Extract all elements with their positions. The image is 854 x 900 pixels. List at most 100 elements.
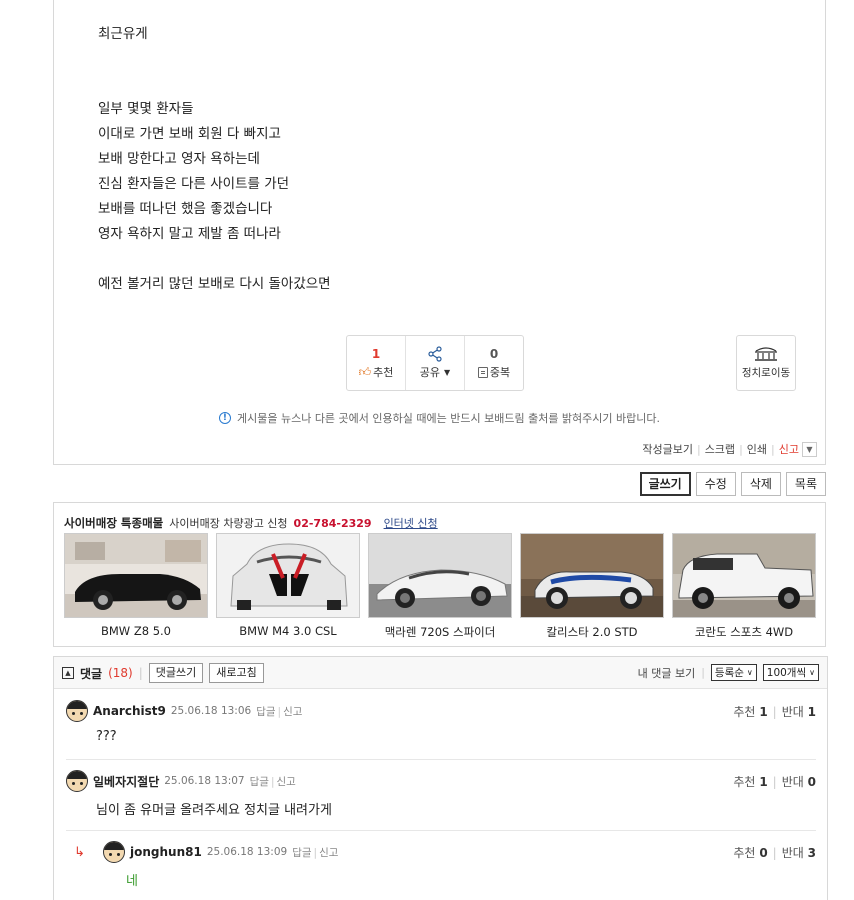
post-line: 예전 볼거리 많던 보배로 다시 돌아갔으면 <box>98 276 331 292</box>
duplicate-count: 0 <box>489 347 499 361</box>
car-listing[interactable]: 칼리스타 2.0 STD <box>520 533 664 640</box>
per-page-select[interactable]: 100개씩 ∨ <box>762 664 819 681</box>
oppose-button[interactable]: 반대 0 <box>782 775 816 789</box>
refresh-button[interactable]: 새로고침 <box>209 663 264 683</box>
report-link[interactable]: 신고 <box>319 847 338 859</box>
citation-notice: ! 게시물을 뉴스나 다른 곳에서 인용하실 때에는 반드시 보배드림 출처를 … <box>54 410 825 426</box>
post-body: 최근유게 일부 몇몇 환자들 이대로 가면 보배 회원 다 빠지고 보배 망한다… <box>98 22 778 297</box>
share-label: 공유 <box>419 366 441 379</box>
post-line: 진심 환자들은 다른 사이트를 가던 <box>98 176 290 192</box>
caret-down-icon: ▼ <box>444 367 451 377</box>
comment-reply-item: ↳ jonghun81 25.06.18 13:09 답글 | 신고 네 추천 0 |… <box>66 841 816 889</box>
ad-subtitle: 사이버매장 차량광고 신청 <box>169 517 288 530</box>
collapse-icon[interactable]: ▲ <box>62 667 74 679</box>
info-icon: ! <box>218 412 231 424</box>
car-name[interactable]: BMW Z8 5.0 <box>64 624 208 638</box>
comment-date: 25.06.18 13:06 <box>170 705 252 717</box>
chevron-down-icon: ∨ <box>746 668 753 677</box>
recommend-button[interactable]: 추천 1 <box>733 705 767 719</box>
reply-arrow-icon: ↳ <box>74 844 85 860</box>
reply-link[interactable]: 답글 <box>256 706 275 718</box>
share-icon <box>428 346 442 362</box>
comment-item: 일베자지절단 25.06.18 13:07 답글 | 신고 님이 좀 유머글 올려주… <box>66 770 816 818</box>
car-photo[interactable] <box>64 533 208 618</box>
write-button[interactable]: 글쓰기 <box>639 472 691 496</box>
car-name[interactable]: BMW M4 3.0 CSL <box>216 624 360 638</box>
comment-votes: 추천 1 | 반대 1 <box>733 705 816 719</box>
comment-author[interactable]: Anarchist9 <box>93 704 166 718</box>
post-line <box>98 72 778 97</box>
more-dropdown-button[interactable]: ▼ <box>802 441 817 457</box>
car-listing[interactable]: BMW M4 3.0 CSL <box>216 533 360 640</box>
duplicate-button[interactable]: 0 중복 <box>465 336 523 390</box>
report-link[interactable]: 신고 <box>276 776 295 788</box>
car-name[interactable]: 맥라렌 720S 스파이더 <box>368 624 512 640</box>
comment-author[interactable]: jonghun81 <box>130 845 202 859</box>
delete-button[interactable]: 삭제 <box>740 472 781 496</box>
comment-item: Anarchist9 25.06.18 13:06 답글 | 신고 ??? 추천 1… <box>66 700 816 744</box>
car-photo[interactable] <box>216 533 360 618</box>
comment-votes: 추천 0 | 반대 3 <box>733 846 816 860</box>
recommend-label: 추천 <box>373 366 394 379</box>
post-line: 보배를 떠나던 했음 좋겠습니다 <box>98 201 273 217</box>
cyber-store-ad: 사이버매장 특종매물 사이버매장 차량광고 신청 02-784-2329 인터넷… <box>53 502 826 647</box>
document-icon <box>477 366 488 378</box>
comment-author[interactable]: 일베자지절단 <box>93 773 159 790</box>
recommend-button[interactable]: 추천 1 <box>733 775 767 789</box>
sort-select[interactable]: 등록순 ∨ <box>710 664 757 681</box>
car-listing[interactable]: BMW Z8 5.0 <box>64 533 208 640</box>
share-button[interactable]: 공유 ▼ <box>406 336 465 390</box>
vote-box: 1 👍︎ 추천 공유 ▼ 0 중복 <box>346 335 524 391</box>
comments-section: ▲ 댓글 (18) | 댓글쓰기 새로고침 내 댓글 보기 | 등록순 ∨ 10… <box>53 656 828 900</box>
ad-title: 사이버매장 특종매물 <box>64 516 164 530</box>
recommend-button[interactable]: 1 👍︎ 추천 <box>347 336 406 390</box>
politics-label: 정치로이동 <box>741 367 791 379</box>
comment-votes: 추천 1 | 반대 0 <box>733 775 816 789</box>
car-name[interactable]: 코란도 스포츠 4WD <box>672 624 816 640</box>
post-line <box>98 247 778 272</box>
report-link[interactable]: 신고 <box>283 706 302 718</box>
notice-text: 게시물을 뉴스나 다른 곳에서 인용하실 때에는 반드시 보배드림 출처를 밝혀… <box>236 412 661 425</box>
post-line: 일부 몇몇 환자들 <box>98 101 194 117</box>
building-icon <box>755 347 777 361</box>
list-button[interactable]: 목록 <box>785 472 826 496</box>
comments-header: ▲ 댓글 (18) | 댓글쓰기 새로고침 내 댓글 보기 | 등록순 ∨ 10… <box>54 657 827 689</box>
divider <box>66 759 816 760</box>
write-comment-button[interactable]: 댓글쓰기 <box>148 663 204 683</box>
sort-select-value: 등록순 <box>714 667 744 679</box>
oppose-button[interactable]: 반대 1 <box>782 705 816 719</box>
oppose-button[interactable]: 반대 3 <box>782 846 816 860</box>
comment-date: 25.06.18 13:09 <box>206 846 288 858</box>
car-listing[interactable]: 맥라렌 720S 스파이더 <box>368 533 512 640</box>
post-line: 영자 욕하지 말고 제발 좀 떠나라 <box>98 226 281 242</box>
ad-apply-link[interactable]: 인터넷 신청 <box>384 515 438 531</box>
recommend-button[interactable]: 추천 0 <box>733 846 767 860</box>
avatar <box>103 841 125 863</box>
car-listing[interactable]: 코란도 스포츠 4WD <box>672 533 816 640</box>
comments-count: (18) <box>108 666 133 680</box>
move-to-politics-button[interactable]: 정치로이동 <box>736 335 796 391</box>
post-line: 보배 망한다고 영자 욕하는데 <box>98 151 260 167</box>
edit-button[interactable]: 수정 <box>695 472 736 496</box>
view-posts-link[interactable]: 작성글보기 <box>642 441 693 457</box>
comment-text: 네 <box>126 874 138 889</box>
avatar <box>66 700 88 722</box>
post-content-box: 최근유게 일부 몇몇 환자들 이대로 가면 보배 회원 다 빠지고 보배 망한다… <box>53 0 826 465</box>
post-line <box>98 47 778 72</box>
reply-link[interactable]: 답글 <box>292 847 311 859</box>
recommend-count: 1 <box>371 347 381 361</box>
divider <box>66 830 816 831</box>
report-link[interactable]: 신고 <box>779 441 799 457</box>
print-link[interactable]: 인쇄 <box>747 441 767 457</box>
duplicate-label: 중복 <box>489 366 511 379</box>
avatar <box>66 770 88 792</box>
comments-title: 댓글 <box>80 666 103 681</box>
car-photo[interactable] <box>368 533 512 618</box>
car-name[interactable]: 칼리스타 2.0 STD <box>520 624 664 640</box>
chevron-down-icon: ∨ <box>809 668 815 677</box>
reply-link[interactable]: 답글 <box>250 776 269 788</box>
car-photo[interactable] <box>520 533 664 618</box>
scrap-link[interactable]: 스크랩 <box>705 441 735 457</box>
car-photo[interactable] <box>672 533 816 618</box>
my-comments-link[interactable]: 내 댓글 보기 <box>638 665 696 681</box>
